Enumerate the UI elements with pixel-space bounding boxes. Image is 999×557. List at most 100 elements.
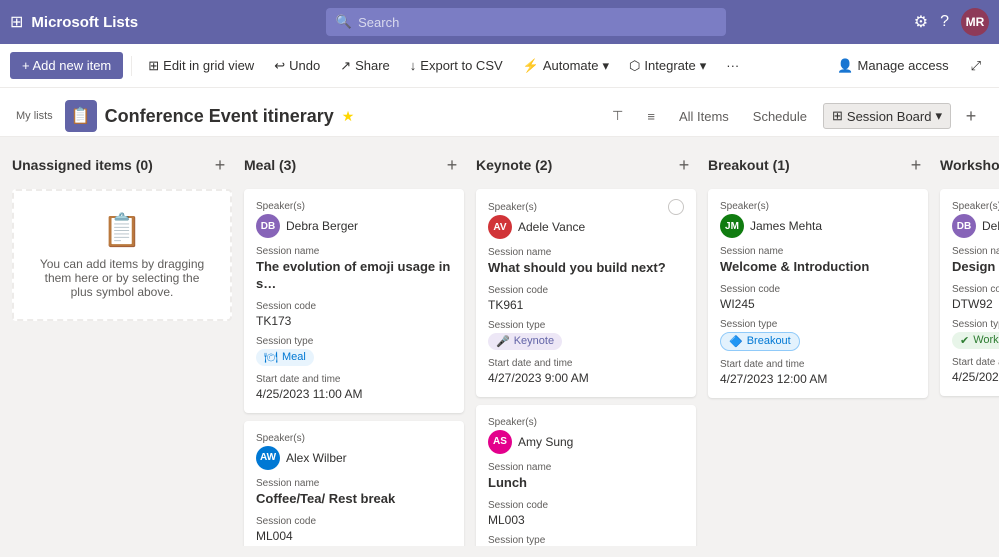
column-add-button-unassigned[interactable]: + [208, 153, 232, 177]
column-add-button-keynote[interactable]: + [672, 153, 696, 177]
column-header-unassigned: Unassigned items (0) + [12, 149, 232, 181]
search-input[interactable] [358, 15, 716, 30]
integrate-button[interactable]: ⬡ Integrate ▾ [621, 53, 714, 79]
speaker-row: AW Alex Wilber [256, 446, 452, 470]
fullscreen-button[interactable]: ⤢ [963, 53, 989, 79]
speaker-label: Speaker(s) [488, 417, 537, 428]
session-type-label: Session type [952, 319, 999, 330]
board-area: Unassigned items (0) + 📋 You can add items … [0, 137, 999, 546]
topbar: ⊞ Microsoft Lists 🔍 ⚙ ? MR [0, 0, 999, 44]
badge-text: Meal [282, 351, 306, 363]
column-header-workshop: Workshop (1)+ [940, 149, 999, 181]
badge-icon: 🍽 [264, 351, 278, 364]
help-icon[interactable]: ? [940, 13, 949, 31]
automate-icon: ⚡ [523, 58, 539, 74]
session-type-badge-keynote: 🎤Keynote [488, 333, 562, 350]
manage-access-button[interactable]: 👤 Manage access [829, 53, 956, 79]
session-name: Design Thinking Workshop [952, 259, 999, 276]
column-title-unassigned: Unassigned items (0) [12, 157, 153, 173]
date-label: Start date and time [952, 357, 999, 368]
speaker-row: AS Amy Sung [488, 430, 684, 454]
share-button[interactable]: ↗ Share [332, 53, 398, 79]
column-title-keynote: Keynote (2) [476, 157, 552, 173]
breadcrumb[interactable]: My lists [16, 110, 53, 122]
badge-text: Breakout [747, 335, 791, 347]
speaker-label: Speaker(s) [256, 201, 305, 212]
favorite-icon[interactable]: ★ [342, 108, 355, 125]
badge-icon: 🎤 [496, 335, 510, 348]
session-name: What should you build next? [488, 260, 684, 277]
undo-icon: ↩ [274, 58, 285, 74]
export-button[interactable]: ↓ Export to CSV [402, 53, 511, 78]
column-title-breakout: Breakout (1) [708, 157, 790, 173]
card-meal1: Speaker(s)DBDebra BergerSession nameThe … [244, 189, 464, 413]
undo-button[interactable]: ↩ Undo [266, 53, 328, 79]
session-board-view[interactable]: ⊞ Session Board ▾ [823, 103, 951, 129]
session-name-label: Session name [488, 247, 684, 258]
page-title-row: My lists 📋 Conference Event itinerary ★ [16, 100, 354, 132]
empty-text: You can add items by dragging them here … [34, 257, 210, 299]
badge-icon: ✔ [960, 334, 969, 347]
all-items-button[interactable]: All Items [671, 105, 737, 128]
column-title-meal: Meal (3) [244, 157, 296, 173]
card-br1: Speaker(s)JMJames MehtaSession nameWelco… [708, 189, 928, 398]
add-new-item-button[interactable]: + Add new item [10, 52, 123, 79]
speaker-row: AVAdele Vance [488, 215, 684, 239]
filter-button[interactable]: ⊤ [604, 104, 631, 128]
card-meal2: Speaker(s)AWAlex WilberSession nameCoffe… [244, 421, 464, 546]
session-code-label: Session code [488, 500, 684, 511]
automate-button[interactable]: ⚡ Automate ▾ [515, 53, 617, 79]
date-value: 4/27/2023 9:00 AM [488, 371, 684, 385]
column-header-keynote: Keynote (2) + [476, 149, 696, 181]
session-type-badge-workshop: ✔ Workshop [952, 332, 999, 349]
session-name-label: Session name [488, 462, 684, 473]
session-code-label: Session code [952, 284, 999, 295]
session-code-value: TK173 [256, 314, 452, 328]
toolbar: + Add new item ⊞ Edit in grid view ↩ Und… [0, 44, 999, 88]
column-add-button-meal[interactable]: + [440, 153, 464, 177]
speaker-avatar: DB [256, 214, 280, 238]
speaker-avatar: AV [488, 215, 512, 239]
date-label: Start date and time [488, 358, 684, 369]
speaker-label: Speaker(s) [720, 201, 769, 212]
badge-icon: 🔷 [729, 335, 743, 348]
session-code-value: ML004 [256, 529, 452, 543]
empty-icon: 📋 [34, 211, 210, 249]
grid-view-icon: ⊞ [148, 58, 159, 74]
add-view-button[interactable]: + [959, 104, 983, 128]
automate-chevron: ▾ [603, 58, 610, 74]
export-icon: ↓ [410, 58, 417, 73]
session-name-label: Session name [952, 246, 999, 257]
speaker-name: Amy Sung [518, 435, 573, 449]
settings-icon[interactable]: ⚙ [914, 12, 928, 32]
group-button[interactable]: ≡ [639, 105, 663, 128]
date-value: 4/25/2023 11:00 AM [256, 387, 452, 401]
schedule-button[interactable]: Schedule [745, 105, 815, 128]
badge-text: Workshop [973, 334, 999, 346]
session-code-value: DTW92 [952, 297, 999, 311]
column-unassigned: Unassigned items (0) + 📋 You can add items … [12, 149, 232, 534]
view-controls: ⊤ ≡ All Items Schedule ⊞ Session Board ▾… [604, 103, 983, 129]
avatar[interactable]: MR [961, 8, 989, 36]
speaker-label: Speaker(s) [952, 201, 999, 212]
session-code-label: Session code [488, 285, 684, 296]
session-name-label: Session name [256, 246, 452, 257]
toolbar-right: 👤 Manage access ⤢ [829, 53, 989, 79]
more-button[interactable]: ··· [718, 53, 747, 78]
speaker-avatar: AW [256, 446, 280, 470]
speaker-label: Speaker(s) [256, 433, 305, 444]
share-icon: ↗ [340, 58, 351, 74]
column-keynote: Keynote (2) + Speaker(s) AVAdele Vance Sessi… [476, 149, 696, 534]
speaker-avatar: DB [952, 214, 976, 238]
search-bar[interactable]: 🔍 [326, 8, 726, 36]
speaker-avatar: AS [488, 430, 512, 454]
view-chevron: ▾ [935, 108, 942, 124]
speaker-name: Alex Wilber [286, 451, 347, 465]
card-checkbox[interactable] [668, 199, 684, 215]
grid-icon[interactable]: ⊞ [10, 12, 23, 32]
session-code-label: Session code [256, 301, 452, 312]
column-add-button-breakout[interactable]: + [904, 153, 928, 177]
edit-grid-button[interactable]: ⊞ Edit in grid view [140, 53, 262, 79]
speaker-row: DBDebra Berger [256, 214, 452, 238]
session-code-label: Session code [720, 284, 916, 295]
